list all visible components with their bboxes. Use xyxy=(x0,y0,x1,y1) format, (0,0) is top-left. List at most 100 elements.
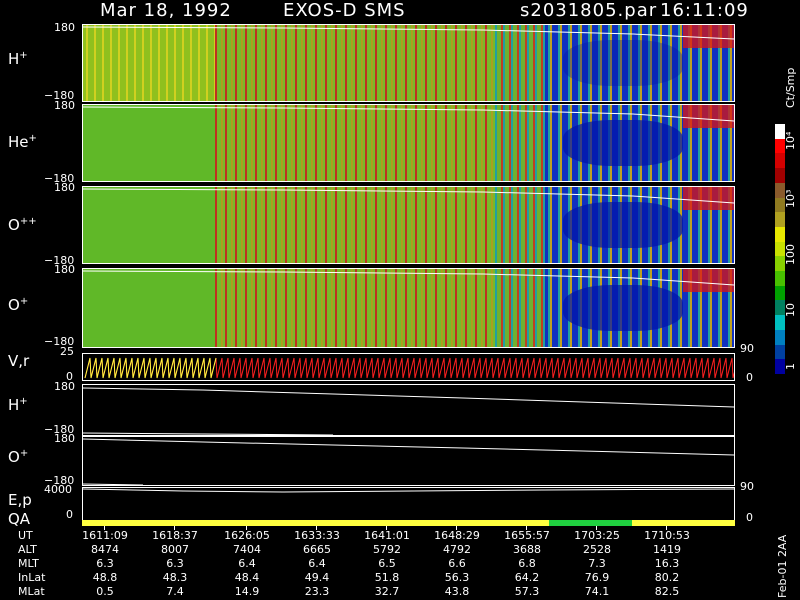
table-cell: 49.4 xyxy=(304,571,330,584)
table-cell: 4792 xyxy=(443,543,471,556)
row-label: MLT xyxy=(18,557,39,570)
table-cell: 5792 xyxy=(373,543,401,556)
vr-wave xyxy=(84,357,739,379)
tick-qa-right-bottom: 0 xyxy=(746,511,753,524)
row-label: UT xyxy=(18,529,33,542)
panel-label-vr: V,r xyxy=(8,352,30,370)
table-cell: 3688 xyxy=(513,543,541,556)
panel-label-o-plus: O+ xyxy=(8,296,29,314)
tick-h-top: 180 xyxy=(54,21,75,34)
ep-label: E,p xyxy=(8,491,32,509)
table-cell: 48.8 xyxy=(92,571,118,584)
table-cell: 1419 xyxy=(653,543,681,556)
colorbar-segment xyxy=(775,212,785,228)
row-label: ALT xyxy=(18,543,37,556)
table-cell: 43.8 xyxy=(444,585,470,598)
qa-bar xyxy=(82,520,735,526)
colorbar-segment xyxy=(775,168,785,184)
tick-lo-top: 180 xyxy=(54,432,75,445)
time-tick xyxy=(596,526,597,530)
spectrogram-panel-1 xyxy=(82,24,735,102)
table-cell: 1710:53 xyxy=(644,529,690,542)
table-cell: 14.9 xyxy=(234,585,260,598)
time-tick xyxy=(104,526,105,530)
line-label-h-plus: H+ xyxy=(8,396,28,414)
table-cell: 48.4 xyxy=(234,571,260,584)
table-cell: 0.5 xyxy=(96,585,114,598)
table-cell: 1703:25 xyxy=(574,529,620,542)
table-cell: 1633:33 xyxy=(294,529,340,542)
table-cell: 16.3 xyxy=(654,557,680,570)
ep-line xyxy=(82,488,735,493)
table-cell: 74.1 xyxy=(584,585,610,598)
colorbar-segment xyxy=(775,315,785,331)
colorbar-tick-1e4: 10⁴ xyxy=(784,131,797,150)
qa-bar-green-segment xyxy=(549,520,632,526)
table-cell: 6.5 xyxy=(378,557,396,570)
colorbar-unit: Ct/Smp xyxy=(784,67,797,108)
tick-ep-right-top: 90 xyxy=(740,480,754,493)
h-plus-line xyxy=(82,387,735,436)
table-cell: 51.8 xyxy=(374,571,400,584)
table-cell: 7.4 xyxy=(166,585,184,598)
side-label: Feb-01 2AA xyxy=(776,534,789,598)
table-cell: 6.3 xyxy=(96,557,114,570)
colorbar-segment xyxy=(775,344,785,360)
table-cell: 64.2 xyxy=(514,571,540,584)
colorbar-tick-1: 1 xyxy=(784,363,797,370)
panel-label-o-plusplus: O++ xyxy=(8,216,37,234)
line-label-o-plus: O+ xyxy=(8,448,29,466)
vr-panel xyxy=(82,353,739,381)
tick-lh-top: 180 xyxy=(54,380,75,393)
row-label: MLat xyxy=(18,585,45,598)
table-cell: 1618:37 xyxy=(152,529,198,542)
spectrogram-panel-4 xyxy=(82,268,735,348)
tick-vr-right-top: 90 xyxy=(740,342,754,355)
tick-vr-right-bottom: 0 xyxy=(746,371,753,384)
table-cell: 6.4 xyxy=(238,557,256,570)
table-cell: 6.8 xyxy=(518,557,536,570)
table-cell: 1626:05 xyxy=(224,529,270,542)
tick-ep-top: 4000 xyxy=(44,483,72,496)
spectrogram-panel-2 xyxy=(82,104,735,182)
qa-label: QA xyxy=(8,510,31,528)
colorbar-segment xyxy=(775,271,785,287)
table-cell: 57.3 xyxy=(514,585,540,598)
table-cell: 7.3 xyxy=(588,557,606,570)
colorbar-tick-10: 10 xyxy=(784,303,797,317)
table-cell: 6.6 xyxy=(448,557,466,570)
table-cell: 1648:29 xyxy=(434,529,480,542)
tick-opp-top: 180 xyxy=(54,181,75,194)
tick-qa-bottom: 0 xyxy=(66,508,73,521)
colorbar-segment xyxy=(775,153,785,169)
table-cell: 56.3 xyxy=(444,571,470,584)
colorbar-tick-1e3: 10³ xyxy=(784,189,797,208)
table-cell: 8474 xyxy=(91,543,119,556)
time-tick xyxy=(526,526,527,530)
table-cell: 6665 xyxy=(303,543,331,556)
colorbar-tick-100: 100 xyxy=(784,244,797,265)
colorbar-segment xyxy=(775,329,785,345)
table-cell: 76.9 xyxy=(584,571,610,584)
table-cell: 6.4 xyxy=(308,557,326,570)
time-tick xyxy=(246,526,247,530)
plot-date: Mar 18, 1992 xyxy=(100,0,232,21)
time-tick xyxy=(174,526,175,530)
time-tick xyxy=(666,526,667,530)
spectrogram-panel-3 xyxy=(82,186,735,264)
table-cell: 7404 xyxy=(233,543,261,556)
table-cell: 80.2 xyxy=(654,571,680,584)
tick-he-top: 180 xyxy=(54,99,75,112)
table-cell: 1641:01 xyxy=(364,529,410,542)
plot-time: 16:11:09 xyxy=(660,0,749,21)
table-cell: 6.3 xyxy=(166,557,184,570)
h-plus-line-panel xyxy=(82,384,735,436)
table-cell: 32.7 xyxy=(374,585,400,598)
table-cell: 1655:57 xyxy=(504,529,550,542)
panel-label-h-plus: H+ xyxy=(8,50,28,68)
table-cell: 23.3 xyxy=(304,585,330,598)
row-label: InLat xyxy=(18,571,46,584)
o-plus-line xyxy=(82,438,735,486)
time-tick xyxy=(316,526,317,530)
table-cell: 8007 xyxy=(161,543,189,556)
